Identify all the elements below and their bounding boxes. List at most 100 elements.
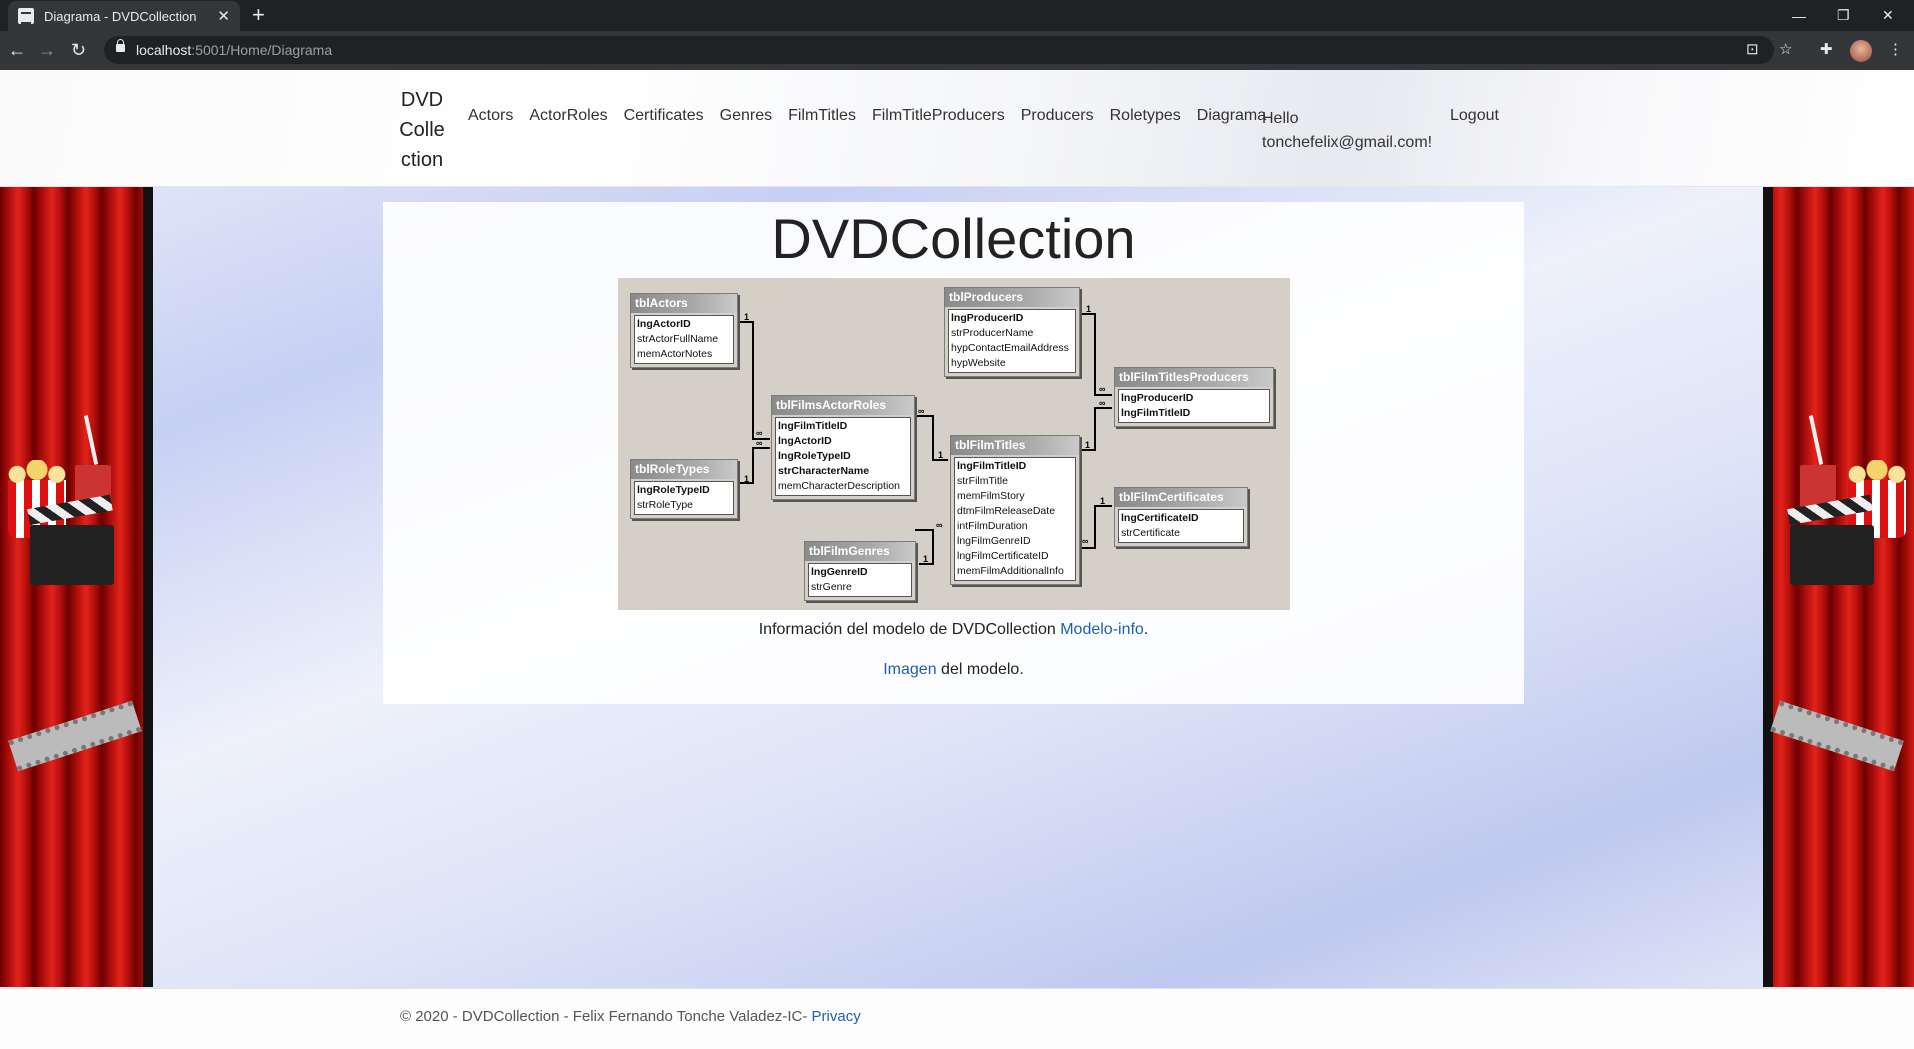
nav-genres[interactable]: Genres xyxy=(720,107,772,125)
forward-icon[interactable]: → xyxy=(38,40,56,61)
field: hypContactEmailAddress xyxy=(951,342,1069,354)
many-label: ∞ xyxy=(1099,384,1106,394)
image-line-text: del modelo. xyxy=(936,661,1024,678)
field: lngRoleTypeID xyxy=(778,450,851,462)
field-list: lngActorID strActorFullName memActorNote… xyxy=(634,315,734,364)
one-label: 1 xyxy=(938,450,944,460)
page-title: DVDCollection xyxy=(771,207,1136,270)
field: lngProducerID xyxy=(951,312,1024,324)
content-card: DVDCollection 1 ∞ 1 ∞ ∞ 1 ∞ 1 1 ∞ 1 ∞ ∞ … xyxy=(383,202,1524,704)
field: lngCertificateID xyxy=(1121,512,1199,524)
table-tblactors: tblActors lngActorID strActorFullName me… xyxy=(630,293,738,368)
field: strCharacterName xyxy=(778,465,870,477)
minimize-icon[interactable]: — xyxy=(1792,0,1806,31)
field: lngFilmGenreID xyxy=(957,535,1031,547)
one-label: 1 xyxy=(1086,304,1092,314)
nav-links: Actors ActorRoles Certificates Genres Fi… xyxy=(468,107,1282,125)
browser-tab[interactable]: Diagrama - DVDCollection ✕ xyxy=(8,1,240,31)
footer-text-line: © 2020 - DVDCollection - Felix Fernando … xyxy=(400,1008,861,1025)
nav-roletypes[interactable]: Roletypes xyxy=(1110,107,1181,125)
model-info-text: Información del modelo de DVDCollection xyxy=(758,621,1056,638)
nav-actors[interactable]: Actors xyxy=(468,107,513,125)
imagen-link[interactable]: Imagen xyxy=(883,661,936,678)
logout-button[interactable]: Logout xyxy=(1450,107,1499,125)
table-name: tblProducers xyxy=(945,288,1079,307)
table-name: tblFilmGenres xyxy=(805,542,915,561)
new-tab-icon[interactable]: + xyxy=(252,3,265,27)
field: lngFilmTitleID xyxy=(778,420,848,432)
bookmark-star-icon[interactable]: ☆ xyxy=(1779,40,1792,58)
curtain-edge xyxy=(1763,187,1773,987)
right-curtain-decoration xyxy=(1763,187,1914,987)
maximize-icon[interactable]: ❐ xyxy=(1837,0,1850,31)
field-list: lngProducerID lngFilmTitleID xyxy=(1118,389,1270,423)
many-label: ∞ xyxy=(756,428,763,438)
nav-diagrama[interactable]: Diagrama xyxy=(1197,107,1266,125)
extensions-icon[interactable]: ✚ xyxy=(1820,40,1833,58)
field: lngActorID xyxy=(778,435,832,447)
url-path: :5001/Home/Diagrama xyxy=(191,42,333,58)
field: strActorFullName xyxy=(637,333,719,345)
field-list: lngCertificateID strCertificate xyxy=(1118,509,1244,543)
table-name: tblFilmsActorRoles xyxy=(772,396,914,415)
nav-filmtitleproducers[interactable]: FilmTitleProducers xyxy=(872,107,1005,125)
tab-title: Diagrama - DVDCollection xyxy=(44,8,197,24)
profile-avatar[interactable] xyxy=(1850,40,1872,62)
table-tblfilmsactorroles: tblFilmsActorRoles lngFilmTitleID lngAct… xyxy=(771,395,915,500)
browser-tab-bar: Diagrama - DVDCollection ✕ + — ❐ ✕ xyxy=(0,0,1914,31)
field: strGenre xyxy=(811,581,852,593)
page-favicon-icon xyxy=(18,8,34,24)
field: memFilmStory xyxy=(957,490,1025,502)
modelo-info-link[interactable]: Modelo-info xyxy=(1060,621,1144,638)
url-host: localhost xyxy=(136,42,192,58)
page-background: DVD Colle ction Actors ActorRoles Certif… xyxy=(0,70,1914,1049)
table-name: tblFilmTitlesProducers xyxy=(1115,368,1273,387)
nav-certificates[interactable]: Certificates xyxy=(624,107,704,125)
close-window-icon[interactable]: ✕ xyxy=(1882,0,1894,31)
lock-icon xyxy=(116,39,125,52)
menu-dots-icon[interactable]: ⋮ xyxy=(1888,40,1903,58)
url-field[interactable]: localhost:5001/Home/Diagrama xyxy=(104,36,1774,64)
one-label: 1 xyxy=(923,554,929,564)
site-navbar: DVD Colle ction Actors ActorRoles Certif… xyxy=(0,70,1914,187)
many-label: ∞ xyxy=(918,406,925,416)
back-icon[interactable]: ← xyxy=(8,40,26,61)
nav-actorroles[interactable]: ActorRoles xyxy=(529,107,607,125)
nav-filmtitles[interactable]: FilmTitles xyxy=(788,107,856,125)
one-label: 1 xyxy=(744,312,750,322)
close-tab-icon[interactable]: ✕ xyxy=(217,7,230,25)
many-label: ∞ xyxy=(936,520,943,530)
field-list: lngProducerID strProducerName hypContact… xyxy=(948,309,1076,373)
reload-icon[interactable]: ↻ xyxy=(71,40,86,61)
table-tblfilmgenres: tblFilmGenres lngGenreID strGenre xyxy=(804,541,916,601)
nav-producers[interactable]: Producers xyxy=(1021,107,1094,125)
model-info-line: Información del modelo de DVDCollection … xyxy=(383,621,1524,639)
field: lngRoleTypeID xyxy=(637,484,710,496)
field: strCertificate xyxy=(1121,527,1180,539)
field-list: lngGenreID strGenre xyxy=(808,563,912,597)
clapperboard-icon xyxy=(1790,525,1874,585)
field: strFilmTitle xyxy=(957,475,1008,487)
curtain-edge xyxy=(143,187,153,987)
field: strRoleType xyxy=(637,499,694,511)
field: hypWebsite xyxy=(951,357,1006,369)
field: lngGenreID xyxy=(811,566,868,578)
brand-link[interactable]: DVD Colle ction xyxy=(398,85,446,175)
table-tblfilmtitlesproducers: tblFilmTitlesProducers lngProducerID lng… xyxy=(1114,367,1274,427)
hello-user-link[interactable]: Hello tonchefelix@gmail.com! xyxy=(1262,107,1442,155)
copyright-text: © 2020 - DVDCollection - Felix Fernando … xyxy=(400,1008,812,1025)
field-list: lngRoleTypeID strRoleType xyxy=(634,481,734,515)
one-label: 1 xyxy=(744,474,750,484)
field: lngFilmTitleID xyxy=(1121,407,1191,419)
privacy-link[interactable]: Privacy xyxy=(812,1008,861,1025)
model-info-end: . xyxy=(1143,621,1149,638)
translate-icon[interactable]: ⊡ xyxy=(1746,40,1759,58)
many-label: ∞ xyxy=(1082,536,1089,546)
field-list: lngFilmTitleID strFilmTitle memFilmStory… xyxy=(954,457,1076,581)
table-tblfilmtitles: tblFilmTitles lngFilmTitleID strFilmTitl… xyxy=(950,435,1080,585)
table-tblroletypes: tblRoleTypes lngRoleTypeID strRoleType xyxy=(630,459,738,519)
many-label: ∞ xyxy=(1099,398,1106,408)
table-name: tblActors xyxy=(631,294,737,313)
field: lngActorID xyxy=(637,318,691,330)
relationship-diagram-image: 1 ∞ 1 ∞ ∞ 1 ∞ 1 1 ∞ 1 ∞ ∞ 1 tblActors ln… xyxy=(618,278,1290,610)
